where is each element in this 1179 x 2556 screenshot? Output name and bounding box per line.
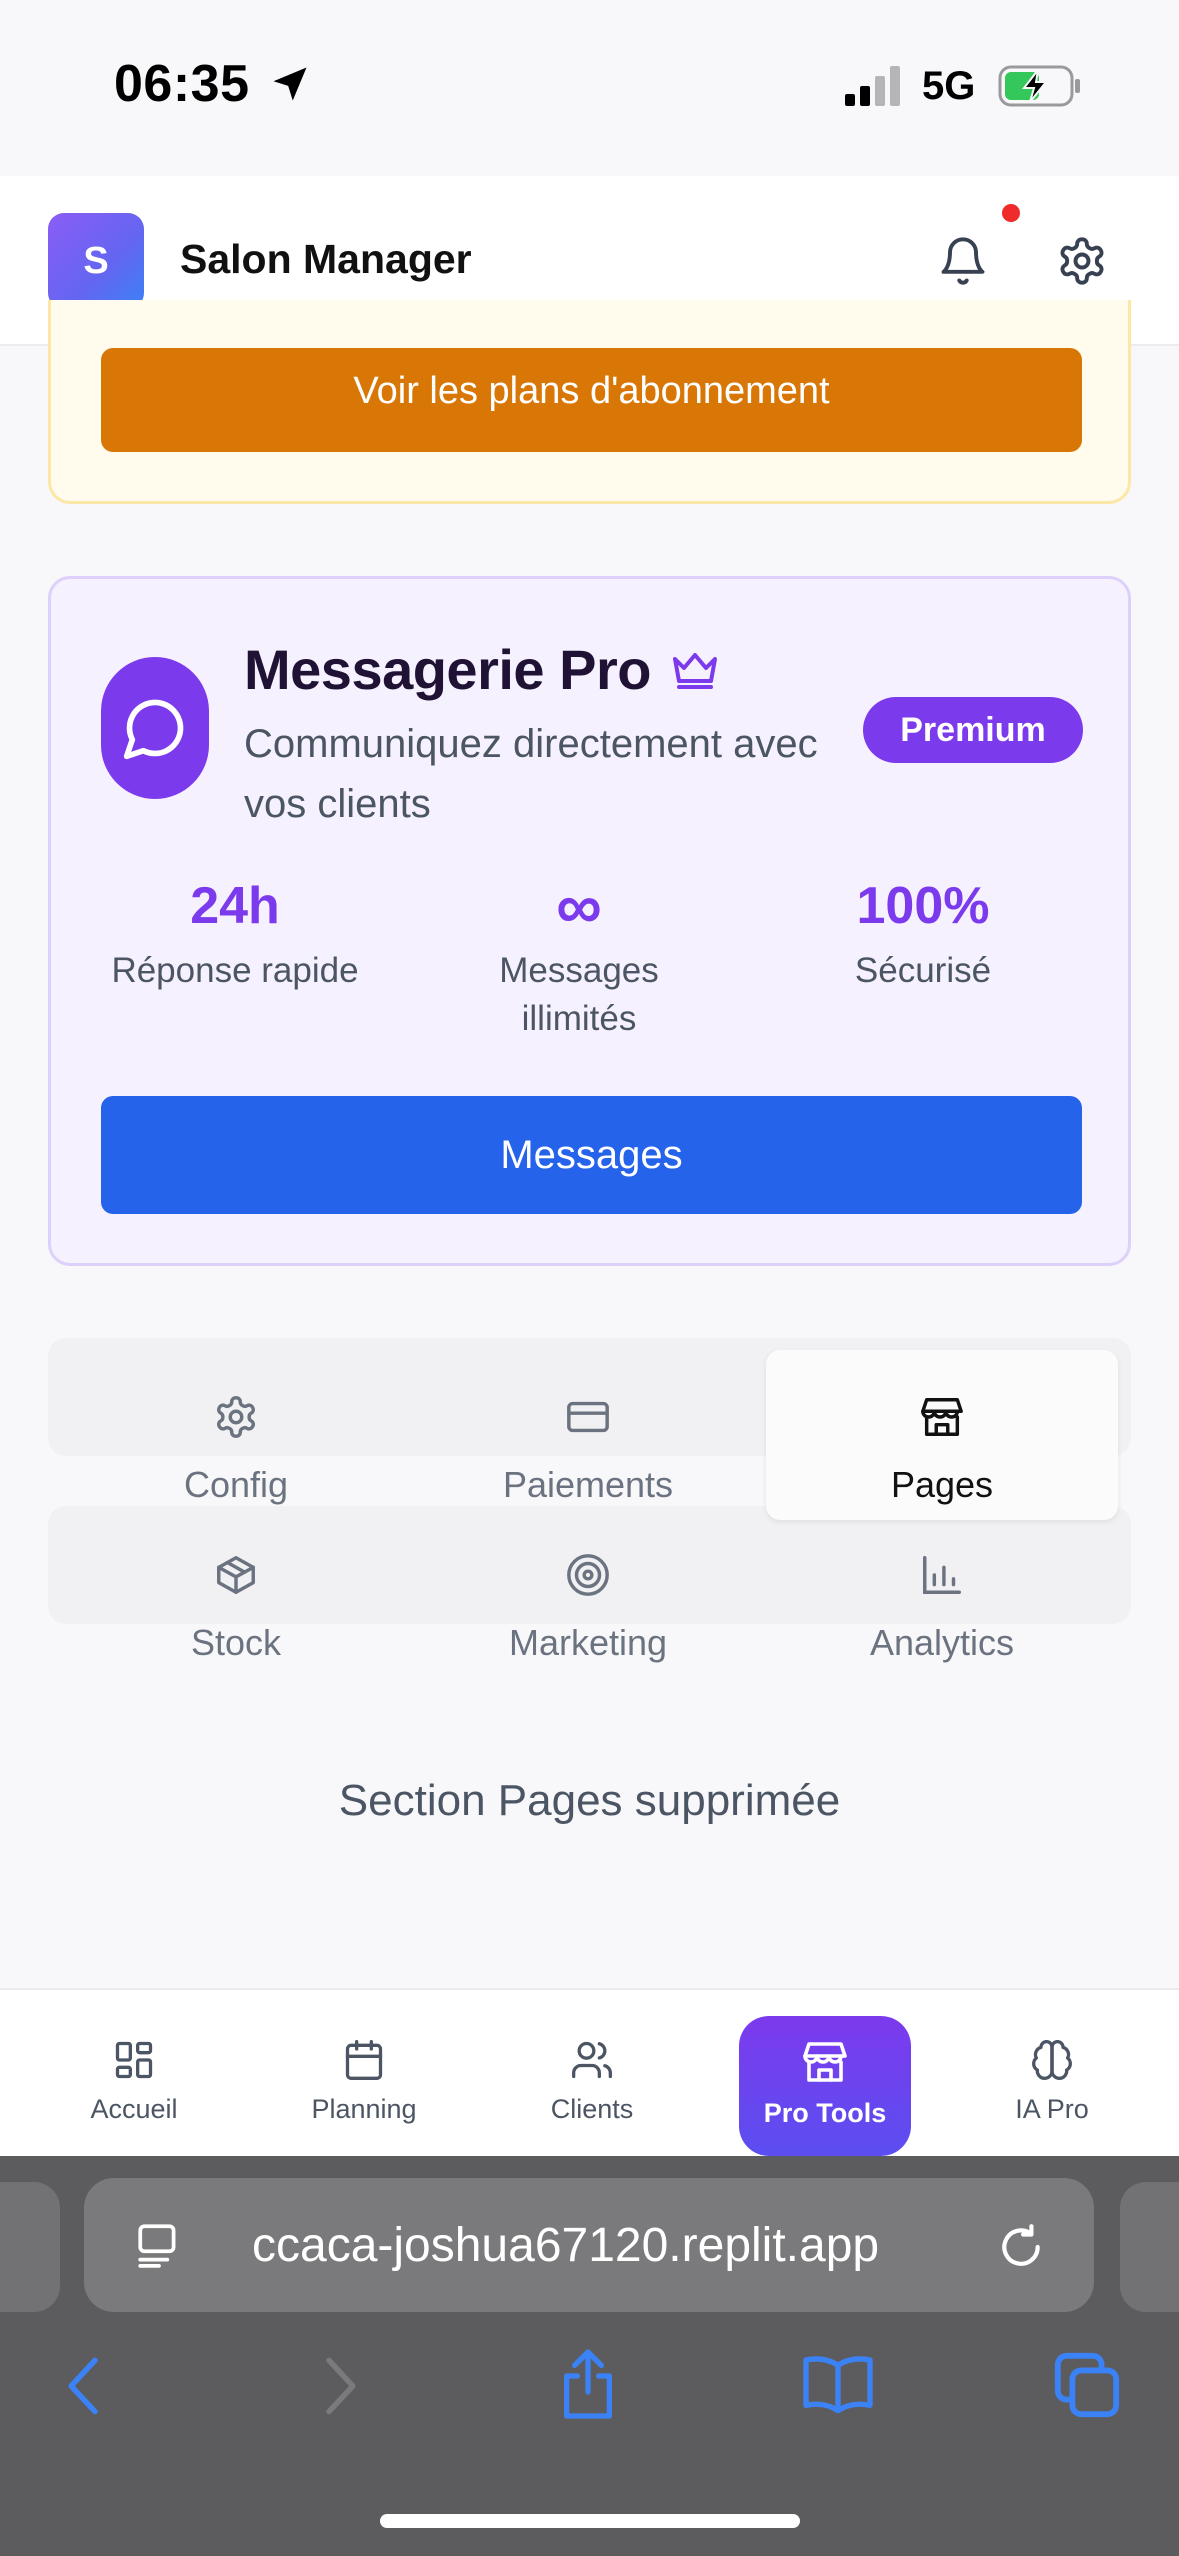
messaging-title: Messagerie Pro — [244, 638, 651, 701]
stat-label: Réponse rapide — [111, 951, 359, 990]
message-circle-icon — [101, 657, 209, 799]
tab-label: Stock — [190, 1622, 282, 1663]
stat-value: ∞ — [556, 870, 602, 942]
bell-icon[interactable] — [937, 233, 989, 289]
target-icon — [565, 1552, 611, 1598]
url-text: ccaca-joshua67120.replit.app — [252, 2219, 880, 2272]
previous-tab-peek[interactable] — [0, 2182, 60, 2312]
stat-response: 24h Réponse rapide — [65, 869, 405, 995]
nav-pro-tools[interactable]: Pro Tools — [739, 2016, 911, 2156]
nav-label: IA Pro — [1015, 2094, 1089, 2124]
tab-label: Pages — [890, 1464, 994, 1505]
stat-messages: ∞ Messages illimités — [409, 869, 749, 1043]
nav-label: Planning — [311, 2094, 417, 2124]
messages-button[interactable]: Messages — [101, 1096, 1082, 1214]
tab-label: Marketing — [508, 1622, 668, 1663]
tab-stock[interactable]: Stock — [60, 1518, 412, 1688]
tab-label: Paiements — [502, 1464, 674, 1505]
app-logo[interactable]: S — [48, 213, 144, 309]
nav-clients[interactable]: Clients — [492, 1990, 692, 2158]
address-bar[interactable]: ccaca-joshua67120.replit.app — [84, 2178, 1094, 2312]
box-icon — [213, 1552, 259, 1598]
tabs-icon[interactable] — [1052, 2350, 1122, 2420]
notification-dot — [1002, 204, 1020, 222]
nav-label: Accueil — [90, 2094, 178, 2124]
stat-value: 100% — [856, 877, 990, 935]
messaging-card: Messagerie Pro Communiquez directement a… — [48, 576, 1131, 1266]
location-arrow-icon — [268, 62, 312, 106]
home-indicator — [380, 2514, 800, 2528]
messaging-subtitle: Communiquez directement avec vos clients — [244, 722, 818, 826]
network-type: 5G — [922, 64, 976, 108]
users-icon — [570, 2038, 614, 2082]
nav-home[interactable]: Accueil — [34, 1990, 234, 2158]
crown-icon — [671, 645, 719, 693]
stat-label: Sécurisé — [854, 951, 992, 990]
tab-payments[interactable]: Paiements — [412, 1350, 764, 1520]
gear-icon[interactable] — [1056, 233, 1108, 289]
tab-analytics[interactable]: Analytics — [766, 1518, 1118, 1688]
credit-card-icon — [565, 1394, 611, 1440]
nav-ia-pro[interactable]: IA Pro — [952, 1990, 1152, 2158]
grid-icon — [112, 2038, 156, 2082]
nav-label: Clients — [550, 2094, 634, 2124]
forward-icon[interactable] — [318, 2354, 362, 2418]
store-icon — [919, 1394, 965, 1440]
bookmarks-icon[interactable] — [800, 2352, 876, 2416]
stat-value: 24h — [190, 877, 280, 935]
cellular-signal-icon — [845, 66, 903, 106]
upsell-card: Voir les plans d'abonnement — [48, 300, 1131, 504]
brain-icon — [1030, 2038, 1074, 2082]
stat-label: Messages illimités — [499, 951, 659, 1038]
tab-marketing[interactable]: Marketing — [412, 1518, 764, 1688]
tab-config[interactable]: Config — [60, 1350, 412, 1520]
view-plans-button[interactable]: Voir les plans d'abonnement — [101, 348, 1082, 452]
status-bar: 06:35 5G — [0, 0, 1179, 176]
tab-pages[interactable]: Pages — [766, 1350, 1118, 1520]
share-icon[interactable] — [556, 2346, 620, 2422]
section-removed-message: Section Pages supprimée — [338, 1776, 841, 1825]
premium-badge: Premium — [863, 697, 1083, 763]
status-time: 06:35 — [114, 55, 250, 113]
tab-label: Config — [183, 1464, 289, 1505]
reload-icon[interactable] — [996, 2222, 1046, 2272]
nav-label: Pro Tools — [763, 2098, 887, 2128]
back-icon[interactable] — [62, 2354, 106, 2418]
calendar-icon — [342, 2038, 386, 2082]
gear-icon — [213, 1394, 259, 1440]
next-tab-peek[interactable] — [1120, 2182, 1179, 2312]
stat-secure: 100% Sécurisé — [753, 869, 1093, 995]
store-icon — [801, 2038, 849, 2086]
reader-mode-icon[interactable] — [134, 2220, 184, 2270]
nav-planning[interactable]: Planning — [264, 1990, 464, 2158]
app-title: Salon Manager — [180, 236, 472, 282]
browser-chrome: ccaca-joshua67120.replit.app — [0, 2156, 1179, 2556]
battery-charging-icon — [998, 64, 1082, 108]
bar-chart-icon — [919, 1552, 965, 1598]
tab-label: Analytics — [869, 1622, 1015, 1663]
bottom-nav: Accueil Planning Clients Pro Tools IA Pr… — [0, 1988, 1179, 2156]
